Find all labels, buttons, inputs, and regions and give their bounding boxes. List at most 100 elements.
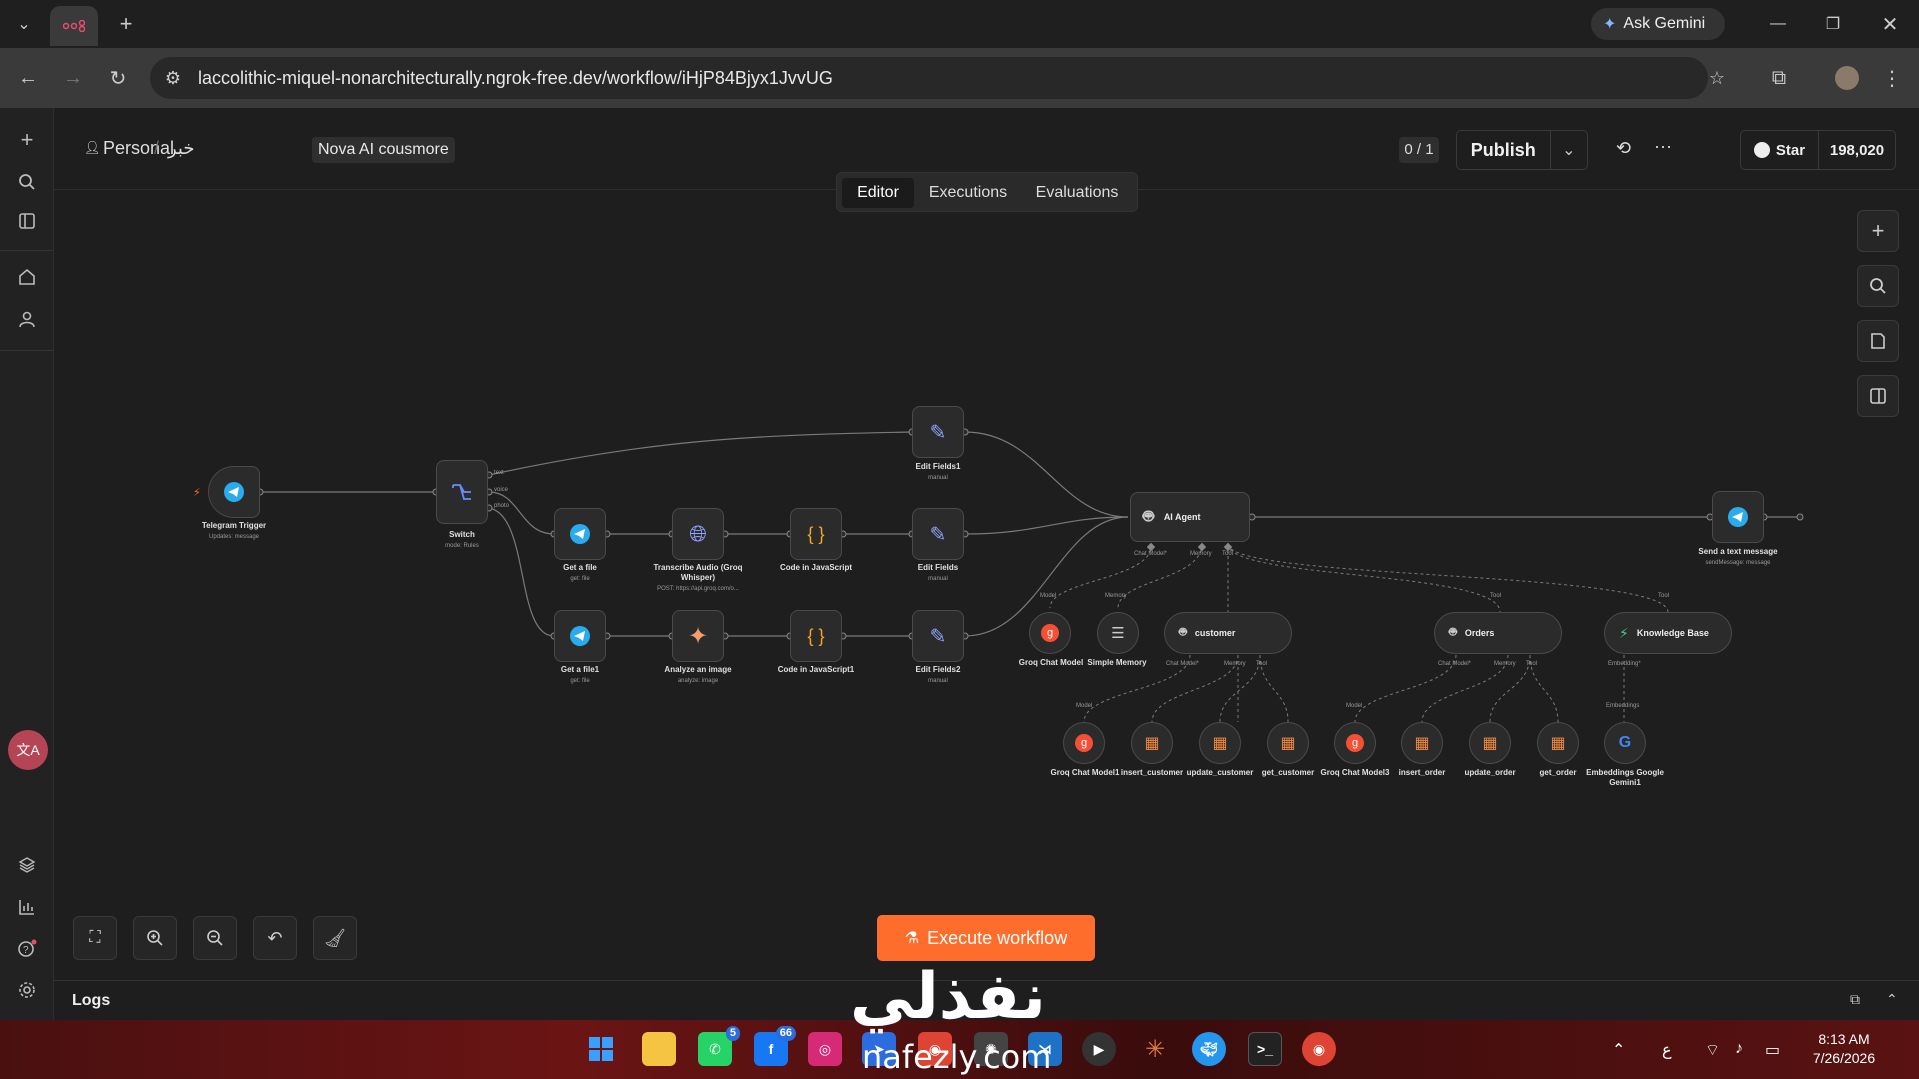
extensions-icon[interactable]: ⧉: [1763, 62, 1795, 94]
fit-view-icon[interactable]: ⛶: [73, 916, 117, 960]
insert-order-node[interactable]: ▦: [1401, 722, 1443, 764]
url-text[interactable]: laccolithic-miquel-nonarchitecturally.ng…: [198, 68, 833, 89]
groq-chat-model1-node[interactable]: g: [1063, 722, 1105, 764]
user-icon[interactable]: [13, 305, 41, 333]
reload-icon[interactable]: ↻: [102, 62, 134, 94]
windows-start-icon[interactable]: [584, 1032, 618, 1066]
add-icon[interactable]: +: [13, 126, 41, 154]
code-js1-node[interactable]: { }: [790, 610, 842, 662]
volume-icon[interactable]: ♪: [1735, 1040, 1743, 1058]
insights-chart-icon[interactable]: [13, 893, 41, 921]
chrome-icon[interactable]: ◉: [1302, 1032, 1336, 1066]
new-tab-button[interactable]: +: [110, 8, 142, 40]
version-counter[interactable]: 0 / 1: [1399, 137, 1439, 163]
customer-agent-node[interactable]: 🤖︎ customer: [1164, 612, 1292, 654]
get-customer-node[interactable]: ▦: [1267, 722, 1309, 764]
get-order-node[interactable]: ▦: [1537, 722, 1579, 764]
templates-icon[interactable]: [13, 851, 41, 879]
browser-tab[interactable]: [50, 6, 98, 46]
docker-icon[interactable]: 🐳︎: [1192, 1032, 1226, 1066]
back-icon[interactable]: ←: [12, 62, 44, 94]
workflow-canvas[interactable]: [54, 190, 1919, 980]
update-order-node[interactable]: ▦: [1469, 722, 1511, 764]
send-message-node[interactable]: [1712, 491, 1764, 543]
get-file1-node[interactable]: [554, 610, 606, 662]
tab-executions[interactable]: Executions: [918, 178, 1018, 208]
home-icon[interactable]: [13, 263, 41, 291]
insert-customer-node[interactable]: ▦: [1131, 722, 1173, 764]
ask-gemini-button[interactable]: ✦ Ask Gemini: [1591, 8, 1725, 40]
search-nodes-icon[interactable]: [1857, 265, 1899, 307]
wifi-icon[interactable]: ⌔: [1705, 1040, 1720, 1060]
get-file-sub: get: file: [570, 576, 590, 582]
keyboard-language[interactable]: ع: [1662, 1040, 1672, 1060]
popout-icon[interactable]: ⧉: [1850, 991, 1860, 1008]
groq-chat-model-node[interactable]: g: [1029, 612, 1071, 654]
github-star-button[interactable]: Star 198,020: [1740, 130, 1896, 170]
browser-menu-icon[interactable]: ⋮: [1876, 62, 1908, 94]
side-panel-icon[interactable]: [1857, 375, 1899, 417]
help-icon[interactable]: ?: [13, 935, 41, 963]
panel-toggle-icon[interactable]: [13, 207, 41, 235]
tidy-up-icon[interactable]: 🧹︎: [313, 916, 357, 960]
close-window-icon[interactable]: ✕: [1875, 10, 1905, 38]
simple-memory-node[interactable]: ☰: [1097, 612, 1139, 654]
add-node-icon[interactable]: +: [1857, 210, 1899, 252]
terminal-icon[interactable]: >_: [1248, 1032, 1282, 1066]
telegram-trigger-node[interactable]: [208, 466, 260, 518]
ai-agent-node[interactable]: 🤖︎ AI Agent: [1130, 492, 1250, 542]
taskbar-clock[interactable]: 8:13 AM 7/26/2026: [1794, 1030, 1894, 1068]
divider: [0, 250, 54, 251]
history-icon[interactable]: ⟲: [1616, 138, 1631, 159]
edit-fields-node[interactable]: ✎: [912, 508, 964, 560]
sticky-note-icon[interactable]: [1857, 320, 1899, 362]
minimize-icon[interactable]: —: [1763, 10, 1793, 38]
undo-icon[interactable]: ↶: [253, 916, 297, 960]
messenger-icon[interactable]: f 66: [754, 1026, 796, 1066]
publish-button[interactable]: Publish ⌄: [1456, 130, 1588, 170]
edit-fields1-label: Edit Fields1: [915, 462, 961, 471]
tab-editor[interactable]: Editor: [842, 178, 914, 208]
forward-icon[interactable]: →: [57, 62, 89, 94]
edit-fields2-node[interactable]: ✎: [912, 610, 964, 662]
project-breadcrumb[interactable]: Personal: [103, 138, 174, 159]
file-explorer-icon[interactable]: [642, 1032, 676, 1066]
transcribe-audio-node[interactable]: 🌐︎: [672, 508, 724, 560]
get-file-node[interactable]: [554, 508, 606, 560]
battery-icon[interactable]: ▭: [1765, 1040, 1780, 1060]
tab-evaluations[interactable]: Evaluations: [1022, 178, 1132, 208]
instagram-icon[interactable]: ◎: [808, 1032, 842, 1066]
whatsapp-icon[interactable]: ✆ 5: [698, 1026, 740, 1066]
media-player-icon[interactable]: ▶: [1082, 1032, 1116, 1066]
folder-breadcrumb[interactable]: خبر: [168, 138, 195, 159]
update-customer-node[interactable]: ▦: [1199, 722, 1241, 764]
github-star-segment[interactable]: Star: [1741, 131, 1819, 169]
bookmark-star-icon[interactable]: ☆: [1706, 67, 1728, 89]
zoom-in-icon[interactable]: [133, 916, 177, 960]
search-icon[interactable]: [13, 168, 41, 196]
zoom-out-icon[interactable]: [193, 916, 237, 960]
tray-chevron-icon[interactable]: ⌃: [1612, 1040, 1625, 1060]
switch-node[interactable]: [436, 460, 488, 524]
get-file-label: Get a file: [563, 563, 597, 572]
analyze-image-node[interactable]: ✦: [672, 610, 724, 662]
tab-search-button[interactable]: ⌄: [8, 8, 40, 40]
edit-fields1-node[interactable]: ✎: [912, 406, 964, 458]
code-js-node[interactable]: { }: [790, 508, 842, 560]
claude-icon[interactable]: ✳: [1138, 1032, 1172, 1066]
execute-workflow-button[interactable]: ⚗︎ Execute workflow: [877, 915, 1095, 961]
address-bar[interactable]: ⚙ laccolithic-miquel-nonarchitecturally.…: [150, 57, 1725, 99]
more-options-icon[interactable]: ···: [1654, 136, 1672, 157]
knowledge-base-node[interactable]: ⚡︎ Knowledge Base: [1604, 612, 1732, 654]
restore-icon[interactable]: ❐: [1818, 10, 1848, 38]
orders-agent-node[interactable]: 🤖︎ Orders: [1434, 612, 1562, 654]
translate-extension-icon[interactable]: 文A: [8, 730, 48, 770]
chevron-down-icon[interactable]: ⌄: [1549, 131, 1587, 169]
groq-chat-model3-node[interactable]: g: [1334, 722, 1376, 764]
chevron-up-icon[interactable]: ⌃: [1886, 991, 1898, 1008]
embeddings-node[interactable]: G: [1604, 722, 1646, 764]
profile-avatar[interactable]: [1831, 62, 1863, 94]
site-info-icon[interactable]: ⚙: [162, 67, 184, 89]
workflow-name[interactable]: Nova AI cousmore: [312, 137, 455, 163]
settings-gear-icon[interactable]: [13, 976, 41, 1004]
